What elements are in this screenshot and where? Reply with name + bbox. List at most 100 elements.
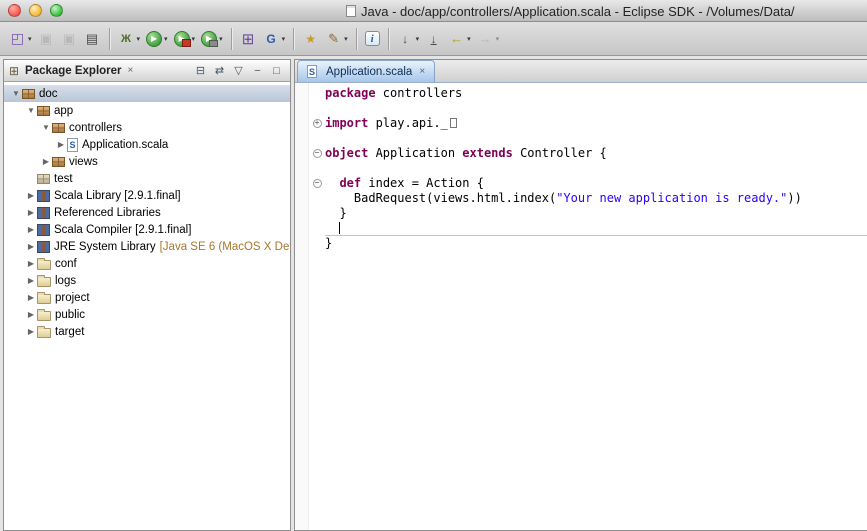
collapsed-twisty-icon[interactable]: ▶ xyxy=(25,293,37,302)
dropdown-arrow-icon[interactable]: ▾ xyxy=(28,35,32,43)
code-line[interactable]: } xyxy=(325,206,867,221)
close-view-icon[interactable]: × xyxy=(128,65,134,76)
fold-ruler-cell xyxy=(309,191,325,206)
link-with-editor-button[interactable]: ⇄ xyxy=(211,63,228,79)
tree-item-scala-compiler-2-9-1-final[interactable]: ▶Scala Compiler [2.9.1.final] xyxy=(4,221,290,238)
code-line[interactable]: import play.api._ xyxy=(325,116,867,131)
code-line[interactable]: package controllers xyxy=(325,86,867,101)
open-type-button[interactable]: G▾ xyxy=(260,26,289,52)
maximize-view-button[interactable]: □ xyxy=(268,63,285,79)
tree-item-project[interactable]: ▶project xyxy=(4,289,290,306)
tree-item-public[interactable]: ▶public xyxy=(4,306,290,323)
code-line[interactable] xyxy=(325,131,867,146)
dropdown-arrow-icon[interactable]: ▾ xyxy=(467,35,471,43)
coverage-button[interactable]: ▶▾ xyxy=(198,26,226,52)
tree-item-referenced-libraries[interactable]: ▶Referenced Libraries xyxy=(4,204,290,221)
dropdown-arrow-icon[interactable]: ▾ xyxy=(164,35,168,43)
tree-item-test[interactable]: test xyxy=(4,170,290,187)
fold-expand-icon[interactable]: + xyxy=(313,119,322,128)
package-icon xyxy=(52,157,65,167)
collapsed-twisty-icon[interactable]: ▶ xyxy=(25,276,37,285)
fold-collapse-icon[interactable]: − xyxy=(313,149,322,158)
view-menu-button[interactable]: ▽ xyxy=(230,63,247,79)
new-button[interactable]: ◰▾ xyxy=(6,26,35,52)
minimize-view-button[interactable]: − xyxy=(249,63,266,79)
library-icon xyxy=(37,207,50,219)
code-lines[interactable]: package controllers import play.api._obje… xyxy=(325,83,867,530)
coverage-icon: ▶ xyxy=(201,31,217,47)
editor-tab-application-scala[interactable]: Application.scala × xyxy=(297,60,435,82)
collapsed-twisty-icon[interactable]: ▶ xyxy=(25,259,37,268)
print-button[interactable]: ▤ xyxy=(81,26,104,52)
fold-ruler[interactable]: + − − xyxy=(309,83,325,530)
next-annotation-button[interactable]: ↓▾ xyxy=(394,26,423,52)
code-line[interactable]: } xyxy=(325,236,867,251)
tree-item-controllers[interactable]: ▼controllers xyxy=(4,119,290,136)
tree-item-jre-system-library[interactable]: ▶JRE System Library[Java SE 6 (MacOS X D… xyxy=(4,238,290,255)
fold-collapse-icon[interactable]: − xyxy=(313,179,322,188)
dropdown-arrow-icon[interactable]: ▾ xyxy=(496,35,500,43)
dropdown-arrow-icon[interactable]: ▾ xyxy=(219,35,223,43)
tree-item-app[interactable]: ▼app xyxy=(4,102,290,119)
collapsed-twisty-icon[interactable]: ▶ xyxy=(25,191,37,200)
titlebar[interactable]: Java - doc/app/controllers/Application.s… xyxy=(0,0,867,22)
tree-item-conf[interactable]: ▶conf xyxy=(4,255,290,272)
run-button[interactable]: ▶▾ xyxy=(143,26,171,52)
main-toolbar: ◰▾▣▣▤Ж▾▶▾▶▾▶▾⊞G▾★✎▾i↓▾↓←▾→▾ xyxy=(0,22,867,56)
debug-button[interactable]: Ж▾ xyxy=(115,26,144,52)
collapsed-twisty-icon[interactable]: ▶ xyxy=(25,327,37,336)
close-window-button[interactable] xyxy=(8,4,21,17)
annotation-ruler[interactable] xyxy=(295,83,309,530)
tree-item-application-scala[interactable]: ▶Application.scala xyxy=(4,136,290,153)
code-line[interactable]: BadRequest(views.html.index("Your new ap… xyxy=(325,191,867,206)
info-button[interactable]: i xyxy=(362,26,383,52)
code-line[interactable]: def index = Action { xyxy=(325,176,867,191)
save-all-button[interactable]: ▣ xyxy=(58,26,81,52)
tree-item-logs[interactable]: ▶ logs xyxy=(4,272,290,289)
fold-ruler-cell xyxy=(309,101,325,116)
code-line[interactable] xyxy=(325,221,867,236)
folded-code-box[interactable] xyxy=(450,118,457,128)
pencil-icon: ✎ xyxy=(325,30,342,47)
tree-item-scala-library-2-9-1-final[interactable]: ▶Scala Library [2.9.1.final] xyxy=(4,187,290,204)
text-caret xyxy=(339,222,340,234)
tree-item-doc[interactable]: ▼doc xyxy=(4,85,290,102)
search-button[interactable]: ★ xyxy=(299,26,322,52)
library-icon xyxy=(37,224,50,236)
expanded-twisty-icon[interactable]: ▼ xyxy=(10,89,22,98)
toolbar-separator xyxy=(109,28,110,50)
code-line[interactable]: object Application extends Controller { xyxy=(325,146,867,161)
expanded-twisty-icon[interactable]: ▼ xyxy=(25,106,37,115)
collapsed-twisty-icon[interactable]: ▶ xyxy=(40,157,52,166)
collapsed-twisty-icon[interactable]: ▶ xyxy=(25,310,37,319)
arrow-down-icon: ↓ xyxy=(397,30,414,47)
code-line[interactable] xyxy=(325,101,867,116)
collapse-all-button[interactable]: ⊟ xyxy=(192,63,209,79)
code-line[interactable] xyxy=(325,161,867,176)
forward-button[interactable]: →▾ xyxy=(474,26,503,52)
annotations-button[interactable]: ✎▾ xyxy=(322,26,351,52)
collapsed-twisty-icon[interactable]: ▶ xyxy=(25,225,37,234)
dropdown-arrow-icon[interactable]: ▾ xyxy=(344,35,348,43)
collapsed-twisty-icon[interactable]: ▶ xyxy=(25,242,37,251)
dropdown-arrow-icon[interactable]: ▾ xyxy=(137,35,141,43)
save-button[interactable]: ▣ xyxy=(35,26,58,52)
code-token: )) xyxy=(787,191,801,205)
zoom-window-button[interactable] xyxy=(50,4,63,17)
code-editor[interactable]: + − − package controllers import play.api._… xyxy=(295,83,867,530)
collapsed-twisty-icon[interactable]: ▶ xyxy=(55,140,67,149)
collapsed-twisty-icon[interactable]: ▶ xyxy=(25,208,37,217)
close-tab-icon[interactable]: × xyxy=(419,66,425,77)
last-edit-location-button[interactable]: ↓ xyxy=(422,26,445,52)
new-java-project-button[interactable]: ⊞ xyxy=(237,26,260,52)
tree-item-label: logs xyxy=(55,275,76,287)
back-button[interactable]: ←▾ xyxy=(445,26,474,52)
minimize-window-button[interactable] xyxy=(29,4,42,17)
external-tools-button[interactable]: ▶▾ xyxy=(171,26,199,52)
dropdown-arrow-icon[interactable]: ▾ xyxy=(192,35,196,43)
dropdown-arrow-icon[interactable]: ▾ xyxy=(416,35,420,43)
tree-item-views[interactable]: ▶views xyxy=(4,153,290,170)
tree-item-target[interactable]: ▶target xyxy=(4,323,290,340)
expanded-twisty-icon[interactable]: ▼ xyxy=(40,123,52,132)
dropdown-arrow-icon[interactable]: ▾ xyxy=(282,35,286,43)
